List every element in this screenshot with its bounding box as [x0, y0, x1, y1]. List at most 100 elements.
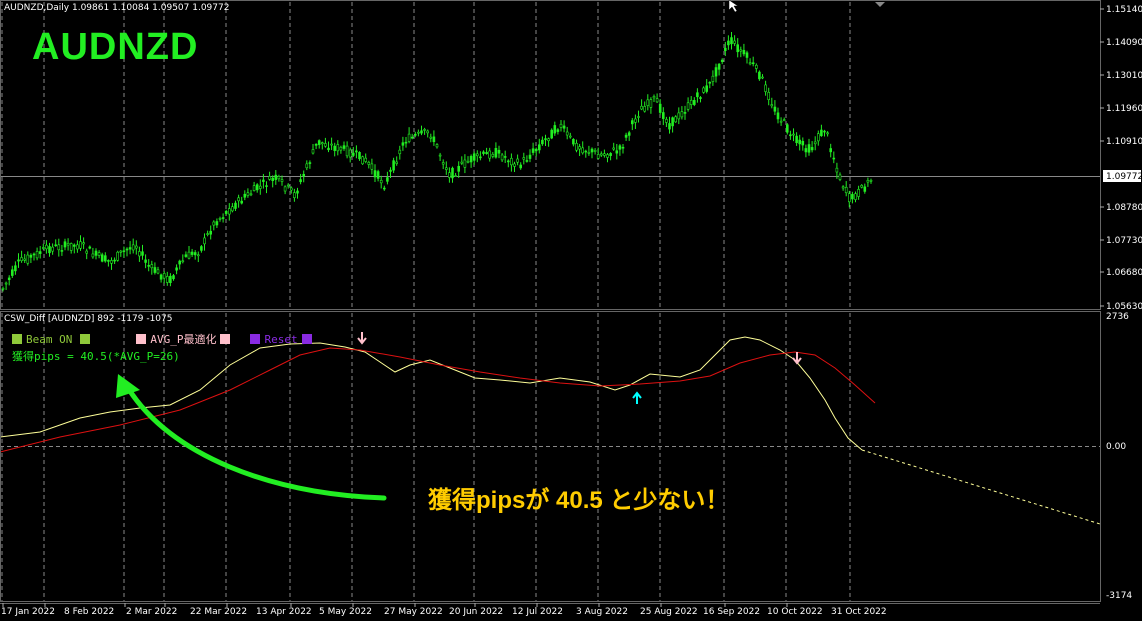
candle-body	[187, 251, 191, 259]
candle-body	[609, 153, 612, 156]
candle-body	[305, 163, 309, 169]
candle-body	[519, 164, 523, 169]
candle-body	[51, 246, 54, 252]
candle-body	[578, 146, 581, 150]
date-label: 12 Jul 2022	[512, 607, 563, 617]
candle-body	[280, 179, 284, 182]
candle-body	[218, 218, 222, 220]
candle-body	[407, 133, 411, 142]
symbol-header: AUDNZD,Daily 1.09861 1.10084 1.09507 1.0…	[4, 3, 230, 13]
candle-body	[661, 112, 665, 119]
sell-signal-arrow	[792, 352, 802, 365]
candle-body	[488, 150, 492, 159]
candle-body	[773, 106, 777, 112]
candle-body	[162, 273, 166, 279]
candle-body	[575, 143, 578, 151]
candle-body	[240, 200, 243, 204]
candle-body	[789, 134, 792, 137]
candle-body	[460, 161, 464, 164]
candle-body	[429, 136, 433, 139]
candle-body	[593, 149, 597, 152]
candle-body	[289, 187, 293, 191]
date-label: 22 Mar 2022	[190, 607, 247, 617]
candle-body	[206, 233, 209, 235]
date-label: 25 Aug 2022	[640, 607, 698, 617]
candle-body	[568, 135, 572, 138]
price-tick: 1.06680	[1106, 268, 1142, 278]
candle-body	[277, 176, 281, 180]
annotation-arrow-head	[116, 374, 140, 398]
candle-body	[835, 167, 839, 173]
candle-body	[116, 251, 119, 261]
candle-body	[417, 131, 420, 134]
candle-body	[556, 129, 560, 132]
candle-body	[779, 120, 783, 123]
candle-body	[392, 160, 395, 171]
beam-toggle[interactable]: Beam ON	[12, 333, 94, 346]
candle-body	[104, 255, 107, 262]
candle-body	[537, 144, 541, 151]
chart-canvas[interactable]: 1.15140 1.14090 1.13010 1.11960 1.10910 1.097…	[0, 0, 1142, 621]
candle-body	[308, 162, 312, 164]
candle-body	[643, 106, 647, 112]
candle-body	[630, 120, 634, 125]
candle-body	[813, 141, 817, 145]
candle-body	[665, 119, 668, 123]
candle-body	[658, 103, 662, 113]
candle-body	[190, 251, 194, 255]
candle-body	[76, 244, 79, 250]
candle-body	[829, 148, 833, 153]
candle-body	[57, 244, 61, 251]
candle-body	[243, 193, 247, 198]
candle-body	[361, 156, 364, 165]
price-candles	[1, 31, 873, 292]
candle-body	[668, 123, 671, 130]
candle-body	[184, 254, 188, 257]
candle-body	[255, 184, 259, 191]
candle-body	[838, 174, 842, 180]
candle-body	[228, 208, 231, 215]
candle-body	[398, 149, 402, 155]
price-tick: 1.10910	[1106, 137, 1142, 147]
candle-body	[212, 221, 216, 226]
candle-body	[159, 274, 163, 280]
candle-body	[541, 139, 544, 145]
candle-body	[714, 67, 718, 77]
candle-body	[618, 145, 622, 150]
avg-optimize-button[interactable]: AVG_P最適化	[136, 331, 234, 347]
candle-body	[720, 59, 724, 62]
candle-body	[627, 132, 631, 136]
candle-body	[866, 180, 870, 183]
candle-body	[203, 237, 206, 245]
candle-body	[826, 132, 829, 135]
candle-body	[339, 146, 343, 151]
candle-body	[634, 118, 637, 123]
candle-body	[119, 250, 123, 253]
candle-body	[795, 135, 798, 144]
candle-body	[534, 148, 538, 152]
candle-body	[221, 217, 225, 219]
candle-body	[258, 185, 262, 189]
candle-body	[510, 157, 513, 166]
candle-body	[860, 185, 864, 188]
candle-body	[680, 111, 684, 118]
candle-body	[696, 92, 699, 98]
date-label: 2 Mar 2022	[126, 607, 177, 617]
candle-body	[469, 155, 473, 163]
candle-body	[844, 187, 848, 194]
candle-body	[379, 180, 383, 184]
candle-body	[128, 247, 132, 250]
candle-body	[820, 129, 823, 137]
candle-body	[60, 250, 64, 252]
candle-body	[373, 170, 377, 178]
reset-button[interactable]: Reset	[250, 333, 315, 346]
candle-body	[327, 147, 330, 151]
candle-body	[847, 193, 851, 203]
candle-body	[869, 179, 873, 182]
candle-body	[823, 130, 826, 133]
candle-body	[671, 117, 674, 127]
pips-result: 獲得pips = 40.5(*AVG_P=26)	[12, 350, 180, 363]
candle-body	[181, 260, 185, 263]
candle-body	[351, 152, 355, 156]
candle-body	[395, 161, 399, 164]
